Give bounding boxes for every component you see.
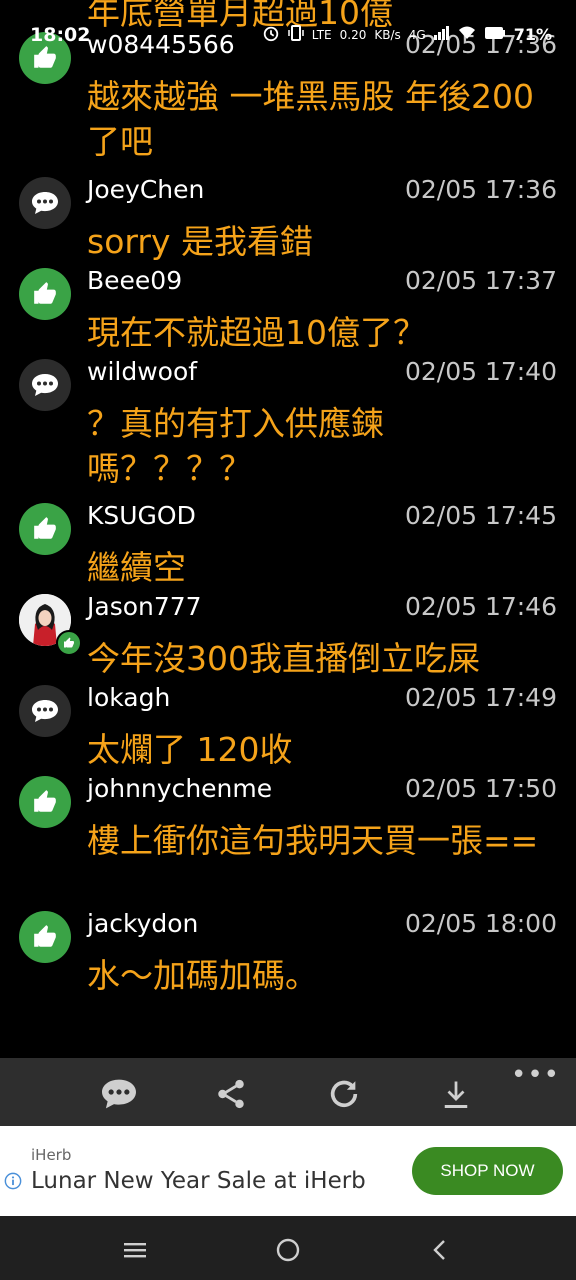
chat-icon bbox=[19, 177, 71, 229]
comment-text: 樓上衝你這句我明天買一張== bbox=[87, 821, 539, 860]
comment-username[interactable]: johnnychenme bbox=[87, 774, 272, 803]
like-icon bbox=[19, 911, 71, 963]
shop-now-button[interactable]: SHOP NOW bbox=[412, 1147, 563, 1195]
comment-text: 水～加碼加碼。 bbox=[87, 956, 318, 995]
comment-time: 02/05 17:49 bbox=[404, 683, 557, 712]
like-icon bbox=[19, 32, 71, 84]
comment-text: 繼續空 bbox=[87, 548, 186, 587]
back-icon[interactable] bbox=[420, 1230, 460, 1270]
like-icon bbox=[19, 503, 71, 555]
comment-feed[interactable]: 年底營單月超過10億 w08445566 02/05 17:36 越來越強 一堆… bbox=[0, 0, 576, 1058]
comment-username[interactable]: w08445566 bbox=[87, 30, 235, 59]
comment-username[interactable]: JoeyChen bbox=[87, 175, 204, 204]
comment-username[interactable]: lokagh bbox=[87, 683, 170, 712]
comment-time: 02/05 17:40 bbox=[404, 357, 557, 386]
comment-username[interactable]: wildwoof bbox=[87, 357, 197, 386]
ad-title[interactable]: Lunar New Year Sale at iHerb bbox=[31, 1168, 366, 1194]
like-icon bbox=[19, 268, 71, 320]
comment-time: 02/05 18:00 bbox=[404, 909, 557, 938]
share-icon[interactable] bbox=[209, 1072, 253, 1116]
comment-text: ？真的有打入供應鍊嗎？？？？ bbox=[87, 404, 384, 488]
comment-text: 越來越強 一堆黑馬股 年後200了吧 bbox=[87, 77, 534, 161]
comment-icon[interactable] bbox=[97, 1072, 141, 1116]
comment-time: 02/05 17:50 bbox=[404, 774, 557, 803]
comment-username[interactable]: Beee09 bbox=[87, 266, 182, 295]
refresh-icon[interactable] bbox=[322, 1072, 366, 1116]
comment-username[interactable]: Jason777 bbox=[87, 592, 202, 621]
partial-comment-text: 年底營單月超過10億 bbox=[87, 0, 393, 32]
comment-username[interactable]: jackydon bbox=[87, 909, 198, 938]
ad-brand: iHerb bbox=[31, 1146, 72, 1164]
comment-time: 02/05 17:36 bbox=[404, 175, 557, 204]
recent-apps-icon[interactable] bbox=[115, 1230, 155, 1270]
comment-time: 02/05 17:36 bbox=[404, 30, 557, 59]
download-icon[interactable] bbox=[434, 1072, 478, 1116]
comment-time: 02/05 17:46 bbox=[404, 592, 557, 621]
comment-text: 太爛了 120收 bbox=[87, 730, 293, 769]
system-navigation-bar bbox=[0, 1216, 576, 1280]
comment-username[interactable]: KSUGOD bbox=[87, 501, 196, 530]
more-menu-icon[interactable]: ••• bbox=[511, 1060, 560, 1090]
comment-text: 今年沒300我直播倒立吃屎 bbox=[87, 639, 480, 678]
chat-icon bbox=[19, 359, 71, 411]
comment-text: sorry 是我看錯 bbox=[87, 222, 313, 261]
like-badge-icon bbox=[56, 630, 82, 656]
action-toolbar: ••• bbox=[0, 1058, 576, 1126]
ad-info-icon[interactable] bbox=[4, 1172, 22, 1194]
comment-text: 現在不就超過10億了？ bbox=[87, 313, 426, 352]
comment-time: 02/05 17:37 bbox=[404, 266, 557, 295]
like-icon bbox=[19, 776, 71, 828]
home-icon[interactable] bbox=[268, 1230, 308, 1270]
comment-time: 02/05 17:45 bbox=[404, 501, 557, 530]
ad-banner[interactable]: iHerb Lunar New Year Sale at iHerb SHOP … bbox=[0, 1126, 576, 1216]
chat-icon bbox=[19, 685, 71, 737]
